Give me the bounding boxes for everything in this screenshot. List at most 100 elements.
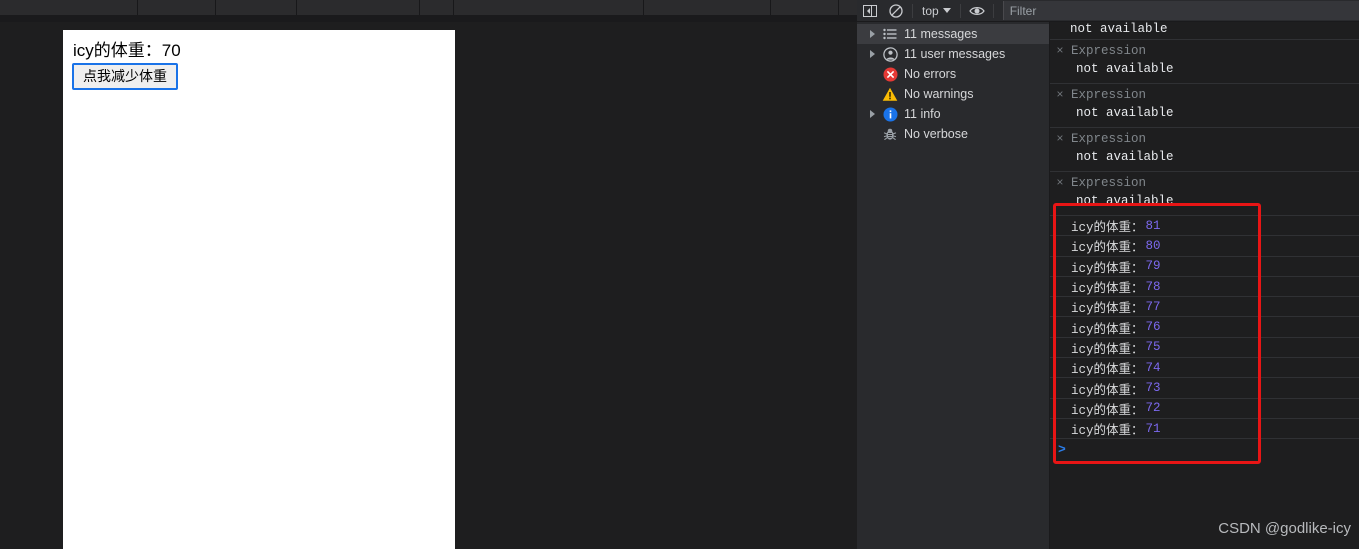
console-log-value: 71	[1145, 421, 1161, 436]
live-expression-value: not available	[1076, 62, 1174, 76]
console-log-text: icy的体重：	[1071, 302, 1144, 317]
live-expression-value: not available	[1076, 194, 1174, 208]
console-log-text: icy的体重：	[1071, 383, 1144, 398]
console-log-value: 78	[1145, 279, 1161, 294]
info-icon	[879, 104, 901, 124]
sidebar-item-11-messages[interactable]: 11 messages	[857, 24, 1049, 44]
remove-expression-icon[interactable]: ×	[1055, 131, 1065, 148]
live-expression-header: × Expression	[1055, 175, 1359, 192]
remove-expression-icon[interactable]: ×	[1055, 175, 1065, 192]
live-expression-entry[interactable]: × Expression not available	[1050, 127, 1359, 171]
warning-icon	[879, 84, 901, 104]
browser-toolbar-strip	[0, 0, 857, 15]
expand-arrow-icon[interactable]	[865, 50, 879, 58]
console-log-text: icy的体重：	[1071, 221, 1144, 236]
console-log-value: 74	[1145, 360, 1161, 375]
expand-arrow-icon[interactable]	[865, 30, 879, 38]
live-expression-label: Expression	[1071, 176, 1147, 190]
live-expression-value: not available	[1076, 150, 1174, 164]
live-expression-entry[interactable]: × Expression not available	[1050, 83, 1359, 127]
live-expression-label: Expression	[1071, 132, 1147, 146]
live-expression-header: × Expression	[1055, 43, 1359, 60]
console-log-value: 79	[1145, 259, 1161, 274]
execution-context-selector[interactable]: top	[916, 0, 957, 22]
console-log-row[interactable]: icy的体重： 73	[1050, 377, 1359, 398]
console-log-row[interactable]: icy的体重： 72	[1050, 397, 1359, 418]
console-log-row[interactable]: icy的体重： 74	[1050, 357, 1359, 377]
panel-toggle-icon[interactable]	[857, 0, 883, 22]
browser-toolbar-underline	[0, 15, 857, 22]
live-expression-eye-icon[interactable]	[964, 0, 990, 22]
console-sidebar: 11 messages 11 user messages No errors No w…	[857, 22, 1050, 549]
toolbar-separator	[453, 0, 454, 15]
toolbar-separator	[643, 0, 644, 15]
list-icon	[879, 24, 901, 44]
toolbar-separator	[419, 0, 420, 15]
console-log-value: 76	[1145, 320, 1161, 335]
console-log-row[interactable]: icy的体重： 76	[1050, 316, 1359, 337]
console-log-row[interactable]: icy的体重： 80	[1050, 235, 1359, 255]
live-expression-value: not available	[1076, 106, 1174, 120]
sidebar-item-no-warnings[interactable]: No warnings	[857, 84, 1049, 104]
console-log-text: icy的体重：	[1071, 241, 1144, 256]
console-log-row[interactable]: icy的体重： 75	[1050, 336, 1359, 357]
live-expression-entry[interactable]: × Expression not available	[1050, 39, 1359, 83]
console-log-text: icy的体重：	[1071, 261, 1144, 276]
toolbar-separator	[215, 0, 216, 15]
console-log-value: 72	[1145, 401, 1161, 416]
remove-expression-icon[interactable]: ×	[1055, 87, 1065, 104]
toolbar-divider	[912, 3, 913, 18]
devtools-console-toolbar: top	[857, 0, 1359, 22]
console-log-text: icy的体重：	[1071, 322, 1144, 337]
console-log-value: 80	[1145, 238, 1161, 253]
triangle-right-icon	[869, 30, 875, 38]
sidebar-item-label: 11 info	[904, 107, 941, 121]
decrease-weight-button[interactable]: 点我减少体重	[72, 63, 178, 90]
execution-context-label: top	[922, 3, 939, 18]
chevron-down-icon	[942, 8, 951, 13]
live-expression-header: × Expression	[1055, 131, 1359, 148]
toolbar-divider	[959, 3, 961, 18]
toolbar-separator	[770, 0, 771, 15]
sidebar-item-no-verbose[interactable]: No verbose	[857, 124, 1049, 144]
console-filter-input[interactable]	[1002, 1, 1359, 20]
sidebar-item-11-info[interactable]: 11 info	[857, 104, 1049, 124]
console-log-row[interactable]: icy的体重： 81	[1050, 215, 1359, 235]
sidebar-item-no-errors[interactable]: No errors	[857, 64, 1049, 84]
error-icon	[879, 64, 901, 84]
sidebar-item-label: No warnings	[904, 87, 974, 101]
watermark-text: CSDN @godlike-icy	[1218, 520, 1351, 537]
sidebar-item-label: No verbose	[904, 127, 968, 141]
console-log-value: 73	[1145, 381, 1161, 396]
prompt-chevron-icon: >	[1058, 441, 1066, 457]
bug-icon	[879, 124, 901, 144]
weight-display-text: icy的体重：70	[73, 41, 181, 60]
console-partial-message: not available	[1070, 22, 1168, 36]
console-log-text: icy的体重：	[1071, 403, 1144, 418]
console-log-value: 77	[1145, 299, 1161, 314]
live-expression-entry[interactable]: × Expression not available	[1050, 171, 1359, 215]
console-log-value: 81	[1145, 218, 1161, 233]
toolbar-divider	[992, 3, 994, 18]
clear-console-icon[interactable]	[883, 0, 909, 22]
console-input-prompt[interactable]: >	[1050, 438, 1359, 459]
console-log-row[interactable]: icy的体重： 77	[1050, 296, 1359, 316]
sidebar-item-label: No errors	[904, 67, 957, 81]
console-message-area[interactable]: not available × Expression not available × Ex…	[1050, 22, 1359, 549]
console-log-row[interactable]: icy的体重： 79	[1050, 255, 1359, 276]
console-log-text: icy的体重：	[1071, 363, 1144, 378]
page-viewport: icy的体重：70 点我减少体重	[0, 22, 857, 549]
console-log-row[interactable]: icy的体重： 78	[1050, 275, 1359, 297]
sidebar-item-11-user-messages[interactable]: 11 user messages	[857, 44, 1049, 64]
expand-arrow-icon[interactable]	[865, 110, 879, 118]
page-canvas: icy的体重：70 点我减少体重	[63, 30, 455, 549]
live-expression-label: Expression	[1071, 88, 1147, 102]
live-expression-label: Expression	[1071, 44, 1147, 58]
console-log-row[interactable]: icy的体重： 71	[1050, 417, 1359, 438]
console-log-text: icy的体重：	[1071, 282, 1144, 297]
live-expression-header: × Expression	[1055, 87, 1359, 104]
sidebar-item-label: 11 user messages	[904, 47, 1006, 61]
remove-expression-icon[interactable]: ×	[1055, 43, 1065, 60]
console-log-value: 75	[1145, 340, 1161, 355]
triangle-right-icon	[869, 50, 875, 58]
